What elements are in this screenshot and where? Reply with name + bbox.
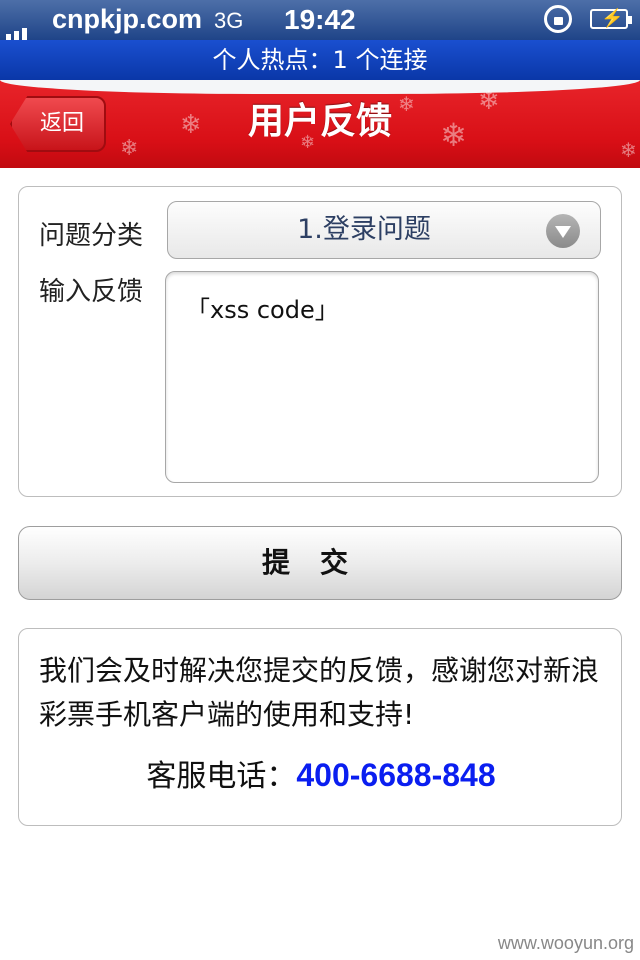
- status-bar: cnpkjp.com 3G 19:42 ⚡: [0, 0, 640, 40]
- signal-strength-icon: [6, 22, 30, 40]
- watermark: www.wooyun.org: [497, 933, 634, 953]
- category-select[interactable]: 1.登录问题: [167, 201, 601, 259]
- battery-charging-icon: ⚡: [590, 8, 632, 29]
- rotation-lock-icon: [544, 5, 572, 33]
- thank-you-message: 我们会及时解决您提交的反馈，感谢您对新浪彩票手机客户端的使用和支持!: [39, 654, 600, 731]
- feedback-label: 输入反馈: [39, 277, 144, 307]
- category-selected-value: 1.登录问题: [297, 214, 431, 245]
- hotline-row: 客服电话：400-6688-848: [19, 751, 623, 795]
- hotline-label: 客服电话：: [146, 759, 297, 794]
- carrier-name: cnpkjp.com: [52, 4, 203, 34]
- status-time: 19:42: [284, 4, 356, 35]
- back-button[interactable]: 返回: [10, 96, 106, 152]
- chevron-down-icon[interactable]: [546, 214, 580, 248]
- submit-button[interactable]: 提交: [18, 526, 622, 600]
- feedback-textarea[interactable]: 「xss code」: [165, 271, 599, 483]
- category-label: 问题分类: [39, 221, 144, 251]
- hotspot-banner[interactable]: 个人热点：1 个连接: [0, 40, 640, 80]
- hotline-number-link[interactable]: 400-6688-848: [296, 757, 495, 793]
- nav-header: ❄ ❄ ❄ ❄ ❄ ❄ ❄ 用户反馈 返回: [0, 80, 640, 168]
- info-card: 我们会及时解决您提交的反馈，感谢您对新浪彩票手机客户端的使用和支持! 客服电话：…: [18, 628, 622, 826]
- feedback-form: 问题分类 1.登录问题 输入反馈 「xss code」: [18, 186, 622, 497]
- network-type: 3G: [214, 8, 244, 33]
